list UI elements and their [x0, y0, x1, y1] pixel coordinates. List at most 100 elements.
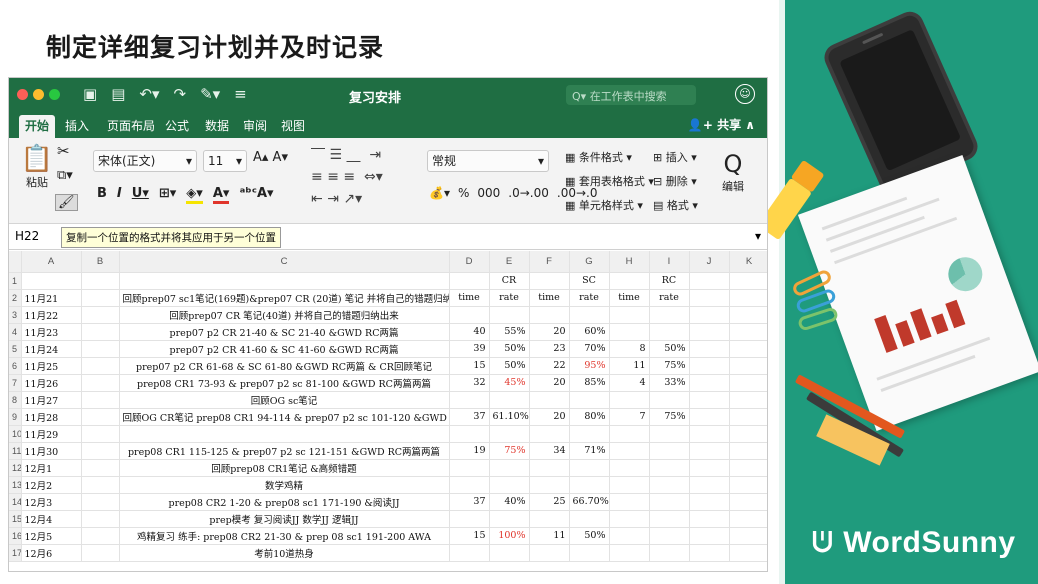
- column-header-i[interactable]: I: [649, 251, 690, 273]
- cell-g10[interactable]: [569, 425, 610, 443]
- conditional-format-button[interactable]: ▦ 条件格式 ▾: [565, 146, 654, 170]
- cell-d13[interactable]: [449, 476, 490, 494]
- cell-e6[interactable]: 50%: [489, 357, 530, 375]
- phonetic-icon[interactable]: ᵃᵇᶜA▾: [239, 186, 273, 204]
- cell-f9[interactable]: 20: [529, 408, 570, 426]
- column-header-g[interactable]: G: [569, 251, 610, 273]
- font-name-select[interactable]: 宋体(正文) ▾: [93, 150, 197, 172]
- cell-a3[interactable]: 11月22: [21, 306, 82, 324]
- align-left-icon[interactable]: ≡: [311, 169, 323, 185]
- cell-i6[interactable]: 75%: [649, 357, 690, 375]
- cell-d14[interactable]: 37: [449, 493, 490, 511]
- number-format-select[interactable]: 常规 ▾: [427, 150, 549, 172]
- cell-d1[interactable]: [449, 272, 490, 290]
- cell-j5[interactable]: [689, 340, 730, 358]
- edit-button[interactable]: Q 编辑: [713, 150, 753, 194]
- select-all-corner[interactable]: [9, 251, 22, 273]
- cell-g11[interactable]: 71%: [569, 442, 610, 460]
- cell-f11[interactable]: 34: [529, 442, 570, 460]
- cell-h2[interactable]: time: [609, 289, 650, 307]
- align-top-icon[interactable]: ⎺: [311, 147, 325, 163]
- cell-c1[interactable]: [119, 272, 450, 290]
- column-header-h[interactable]: H: [609, 251, 650, 273]
- cell-d10[interactable]: [449, 425, 490, 443]
- cell-b13[interactable]: [81, 476, 120, 494]
- cell-g9[interactable]: 80%: [569, 408, 610, 426]
- row-header[interactable]: 14: [9, 493, 22, 511]
- cell-c16[interactable]: 鸡精复习 练手: prep08 CR2 21-30 & prep 08 sc1 …: [119, 527, 450, 545]
- cell-d2[interactable]: time: [449, 289, 490, 307]
- cell-b3[interactable]: [81, 306, 120, 324]
- cell-k5[interactable]: [729, 340, 767, 358]
- cell-h3[interactable]: [609, 306, 650, 324]
- cell-d16[interactable]: 15: [449, 527, 490, 545]
- cell-i13[interactable]: [649, 476, 690, 494]
- cell-a7[interactable]: 11月26: [21, 374, 82, 392]
- cell-a1[interactable]: [21, 272, 82, 290]
- cell-d7[interactable]: 32: [449, 374, 490, 392]
- cell-a10[interactable]: 11月29: [21, 425, 82, 443]
- insert-cells-button[interactable]: ⊞ 插入 ▾: [653, 146, 698, 170]
- cell-i2[interactable]: rate: [649, 289, 690, 307]
- cell-d9[interactable]: 37: [449, 408, 490, 426]
- merge-icon[interactable]: ⇔▾: [364, 169, 383, 185]
- cell-b17[interactable]: [81, 544, 120, 562]
- cell-g12[interactable]: [569, 459, 610, 477]
- cell-f2[interactable]: time: [529, 289, 570, 307]
- cell-c13[interactable]: 数学鸡精: [119, 476, 450, 494]
- align-middle-icon[interactable]: ☰: [329, 147, 342, 163]
- row-header[interactable]: 3: [9, 306, 22, 324]
- cell-b12[interactable]: [81, 459, 120, 477]
- expand-formula-icon[interactable]: ▾: [755, 229, 761, 243]
- comma-button[interactable]: 000: [477, 186, 500, 200]
- cell-k3[interactable]: [729, 306, 767, 324]
- cell-k17[interactable]: [729, 544, 767, 562]
- column-header-c[interactable]: C: [119, 251, 450, 273]
- cell-j12[interactable]: [689, 459, 730, 477]
- row-header[interactable]: 7: [9, 374, 22, 392]
- cell-g15[interactable]: [569, 510, 610, 528]
- cell-h16[interactable]: [609, 527, 650, 545]
- cell-h13[interactable]: [609, 476, 650, 494]
- underline-button[interactable]: U▾: [132, 186, 149, 204]
- cell-e3[interactable]: [489, 306, 530, 324]
- cell-k12[interactable]: [729, 459, 767, 477]
- customize-toolbar-icon[interactable]: ≡: [234, 85, 247, 103]
- cell-i14[interactable]: [649, 493, 690, 511]
- cell-e5[interactable]: 50%: [489, 340, 530, 358]
- orientation-icon[interactable]: ↗▾: [343, 191, 362, 207]
- row-header[interactable]: 4: [9, 323, 22, 341]
- cell-e2[interactable]: rate: [489, 289, 530, 307]
- cell-g7[interactable]: 85%: [569, 374, 610, 392]
- undo-icon[interactable]: ↶▾: [139, 85, 159, 103]
- cell-f7[interactable]: 20: [529, 374, 570, 392]
- cell-k11[interactable]: [729, 442, 767, 460]
- cell-k16[interactable]: [729, 527, 767, 545]
- cell-k13[interactable]: [729, 476, 767, 494]
- cell-f13[interactable]: [529, 476, 570, 494]
- cell-a6[interactable]: 11月25: [21, 357, 82, 375]
- cell-i4[interactable]: [649, 323, 690, 341]
- cell-a9[interactable]: 11月28: [21, 408, 82, 426]
- cell-b14[interactable]: [81, 493, 120, 511]
- cell-a8[interactable]: 11月27: [21, 391, 82, 409]
- cell-f16[interactable]: 11: [529, 527, 570, 545]
- cell-c10[interactable]: [119, 425, 450, 443]
- cell-f14[interactable]: 25: [529, 493, 570, 511]
- tab-formulas[interactable]: 公式: [159, 115, 195, 136]
- row-header[interactable]: 15: [9, 510, 22, 528]
- format-cells-button[interactable]: ▤ 格式 ▾: [653, 194, 698, 218]
- border-icon[interactable]: ⊞▾: [159, 186, 176, 204]
- cell-b7[interactable]: [81, 374, 120, 392]
- sheet-search-input[interactable]: Q▾ 在工作表中搜索: [566, 85, 696, 105]
- row-header[interactable]: 12: [9, 459, 22, 477]
- cell-k14[interactable]: [729, 493, 767, 511]
- cell-g2[interactable]: rate: [569, 289, 610, 307]
- cell-c11[interactable]: prep08 CR1 115-125 & prep07 p2 sc 121-15…: [119, 442, 450, 460]
- name-box[interactable]: H22: [15, 229, 39, 243]
- cell-e8[interactable]: [489, 391, 530, 409]
- cell-i3[interactable]: [649, 306, 690, 324]
- font-color-icon[interactable]: A▾: [212, 186, 230, 204]
- cell-f12[interactable]: [529, 459, 570, 477]
- cell-e7[interactable]: 45%: [489, 374, 530, 392]
